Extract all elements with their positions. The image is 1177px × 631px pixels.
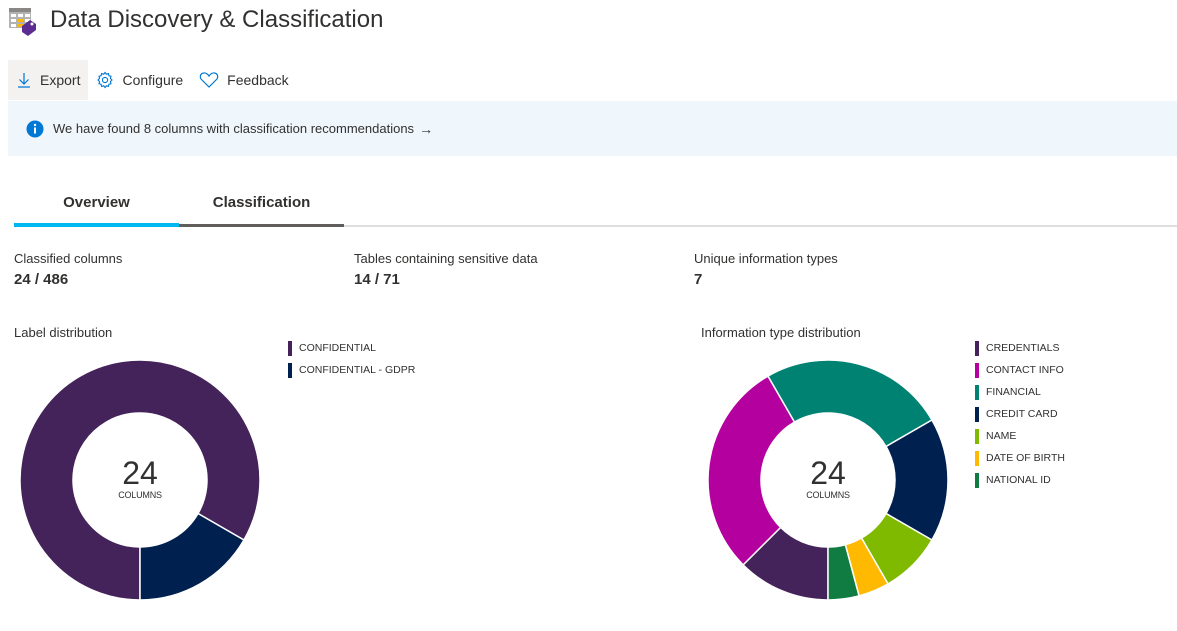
heart-icon: [199, 72, 219, 88]
tab-classification[interactable]: Classification: [179, 186, 344, 227]
legend-swatch: [975, 362, 979, 378]
legend-item-confidential[interactable]: CONFIDENTIAL: [288, 337, 415, 359]
page-header: Data Discovery & Classification: [8, 0, 383, 40]
stat-sensitive-tables: Tables containing sensitive data 14 / 71: [354, 251, 538, 288]
legend-label: CREDENTIALS: [986, 342, 1060, 354]
legend-item-financial[interactable]: FINANCIAL: [975, 381, 1065, 403]
export-label: Export: [40, 72, 81, 88]
legend-item-national-id[interactable]: NATIONAL ID: [975, 469, 1065, 491]
info-donut-center: 24 COLUMNS: [768, 456, 888, 500]
legend-swatch: [975, 406, 979, 422]
configure-label: Configure: [122, 72, 184, 88]
legend-label: CONFIDENTIAL: [299, 342, 377, 354]
data-classification-icon: [9, 8, 36, 36]
legend-label: CREDIT CARD: [986, 408, 1058, 420]
legend-item-confidential-gdpr[interactable]: CONFIDENTIAL - GDPR: [288, 359, 415, 381]
donut-total: 24: [122, 455, 158, 491]
donut-total: 24: [810, 455, 846, 491]
feedback-button[interactable]: Feedback: [191, 60, 296, 100]
legend-label: CONFIDENTIAL - GDPR: [299, 364, 416, 376]
stat-value: 7: [694, 271, 703, 288]
label-distribution-title: Label distribution: [14, 325, 113, 340]
legend-swatch: [975, 340, 979, 356]
stat-value: 14 / 71: [354, 271, 400, 288]
export-button[interactable]: Export: [8, 60, 89, 100]
info-type-distribution-title: Information type distribution: [701, 325, 861, 340]
label-distribution-legend: CONFIDENTIAL CONFIDENTIAL - GDPR: [288, 337, 415, 381]
info-icon: [26, 120, 44, 137]
download-icon: [18, 73, 30, 88]
stat-label: Classified columns: [14, 251, 123, 266]
legend-swatch: [975, 428, 979, 444]
tab-bar: Overview Classification: [14, 186, 1177, 227]
recommendations-banner[interactable]: We have found 8 columns with classificat…: [8, 101, 1177, 156]
legend-label: FINANCIAL: [986, 386, 1041, 398]
page-title: Data Discovery & Classification: [50, 6, 384, 33]
stat-value: 24 / 486: [14, 271, 69, 288]
configure-button[interactable]: Configure: [88, 60, 191, 100]
legend-swatch: [288, 362, 292, 378]
toolbar: Export Configure Feedback: [8, 60, 297, 100]
legend-swatch: [975, 384, 979, 400]
legend-item-credit-card[interactable]: CREDIT CARD: [975, 403, 1065, 425]
legend-label: NATIONAL ID: [986, 474, 1051, 486]
stat-label: Unique information types: [694, 251, 838, 266]
legend-item-contact-info[interactable]: CONTACT INFO: [975, 359, 1065, 381]
feedback-label: Feedback: [227, 72, 289, 88]
gear-icon: [97, 71, 114, 89]
banner-text: We have found 8 columns with classificat…: [53, 121, 415, 136]
tab-overview[interactable]: Overview: [14, 186, 179, 227]
donut-total-label: COLUMNS: [806, 490, 850, 500]
legend-item-credentials[interactable]: CREDENTIALS: [975, 337, 1065, 359]
stat-info-types: Unique information types 7: [694, 251, 838, 288]
donut-total-label: COLUMNS: [118, 490, 162, 500]
label-donut-center: 24 COLUMNS: [80, 456, 200, 500]
legend-label: NAME: [986, 430, 1017, 442]
legend-swatch: [975, 472, 979, 488]
stat-label: Tables containing sensitive data: [354, 251, 538, 266]
legend-item-date-of-birth[interactable]: DATE OF BIRTH: [975, 447, 1065, 469]
info-type-legend: CREDENTIALS CONTACT INFO FINANCIAL CREDIT C…: [975, 337, 1065, 491]
legend-label: CONTACT INFO: [986, 364, 1064, 376]
arrow-right-icon[interactable]: →: [419, 121, 433, 137]
legend-label: DATE OF BIRTH: [986, 452, 1065, 464]
legend-item-name[interactable]: NAME: [975, 425, 1065, 447]
stat-classified-columns: Classified columns 24 / 486: [14, 251, 122, 288]
legend-swatch: [975, 450, 979, 466]
legend-swatch: [288, 340, 292, 356]
